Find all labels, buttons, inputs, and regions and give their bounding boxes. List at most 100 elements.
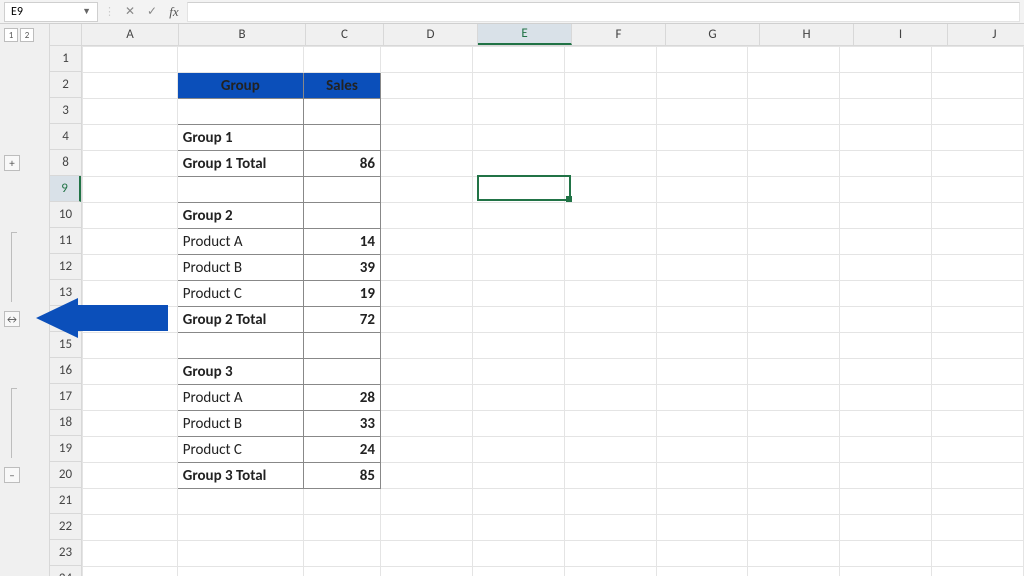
column-header-C[interactable]: C	[306, 24, 384, 45]
cell-B4[interactable]: Group 1	[177, 125, 303, 151]
cell-E21[interactable]	[472, 489, 564, 515]
cell-A20[interactable]	[83, 463, 178, 489]
cell-H3[interactable]	[748, 99, 840, 125]
cell-C12[interactable]: 39	[303, 255, 380, 281]
cell-E15[interactable]	[472, 333, 564, 359]
cell-F14[interactable]	[564, 307, 656, 333]
row-header-18[interactable]: 18	[50, 410, 81, 436]
column-header-B[interactable]: B	[179, 24, 306, 45]
cell-G17[interactable]	[656, 385, 748, 411]
row-header-3[interactable]: 3	[50, 98, 81, 124]
cell-I9[interactable]	[840, 177, 932, 203]
cell-B11[interactable]: Product A	[177, 229, 303, 255]
cell-C20[interactable]: 85	[303, 463, 380, 489]
cell-C13[interactable]: 19	[303, 281, 380, 307]
cell-I17[interactable]	[840, 385, 932, 411]
cell-G16[interactable]	[656, 359, 748, 385]
cell-I10[interactable]	[840, 203, 932, 229]
row-header-15[interactable]: 15	[50, 332, 81, 358]
cell-J13[interactable]	[932, 281, 1024, 307]
cell-G23[interactable]	[656, 541, 748, 567]
cell-C18[interactable]: 33	[303, 411, 380, 437]
cell-E13[interactable]	[472, 281, 564, 307]
cell-J17[interactable]	[932, 385, 1024, 411]
row-header-4[interactable]: 4	[50, 124, 81, 150]
cell-B22[interactable]	[177, 515, 303, 541]
row-header-24[interactable]: 24	[50, 566, 81, 576]
cell-B24[interactable]	[177, 567, 303, 576]
cell-D24[interactable]	[381, 567, 473, 576]
cell-A9[interactable]	[83, 177, 178, 203]
row-header-22[interactable]: 22	[50, 514, 81, 540]
cell-F11[interactable]	[564, 229, 656, 255]
cell-G22[interactable]	[656, 515, 748, 541]
cell-J23[interactable]	[932, 541, 1024, 567]
cell-G20[interactable]	[656, 463, 748, 489]
outline-collapse-group3[interactable]: –	[4, 467, 20, 483]
cell-D12[interactable]	[381, 255, 473, 281]
column-header-J[interactable]: J	[948, 24, 1024, 45]
cell-F17[interactable]	[564, 385, 656, 411]
cell-E12[interactable]	[472, 255, 564, 281]
cell-C21[interactable]	[303, 489, 380, 515]
cell-E1[interactable]	[472, 47, 564, 73]
cell-A10[interactable]	[83, 203, 178, 229]
cell-H21[interactable]	[748, 489, 840, 515]
cell-F15[interactable]	[564, 333, 656, 359]
row-header-23[interactable]: 23	[50, 540, 81, 566]
cell-F19[interactable]	[564, 437, 656, 463]
formula-input[interactable]	[187, 2, 1020, 22]
cell-B2[interactable]: Group	[177, 73, 303, 99]
cell-E2[interactable]	[472, 73, 564, 99]
cell-C24[interactable]	[303, 567, 380, 576]
cell-J24[interactable]	[932, 567, 1024, 576]
cell-F21[interactable]	[564, 489, 656, 515]
cell-D21[interactable]	[381, 489, 473, 515]
cell-C3[interactable]	[303, 99, 380, 125]
cell-H1[interactable]	[748, 47, 840, 73]
cell-A24[interactable]	[83, 567, 178, 576]
cell-F1[interactable]	[564, 47, 656, 73]
cell-C10[interactable]	[303, 203, 380, 229]
column-header-I[interactable]: I	[854, 24, 948, 45]
cell-I16[interactable]	[840, 359, 932, 385]
cell-J9[interactable]	[932, 177, 1024, 203]
cell-E16[interactable]	[472, 359, 564, 385]
cell-D2[interactable]	[381, 73, 473, 99]
cell-C16[interactable]	[303, 359, 380, 385]
cell-J16[interactable]	[932, 359, 1024, 385]
cell-I18[interactable]	[840, 411, 932, 437]
cell-I23[interactable]	[840, 541, 932, 567]
row-header-1[interactable]: 1	[50, 46, 81, 72]
cell-J20[interactable]	[932, 463, 1024, 489]
cell-G24[interactable]	[656, 567, 748, 576]
cell-I20[interactable]	[840, 463, 932, 489]
cell-J22[interactable]	[932, 515, 1024, 541]
cell-C23[interactable]	[303, 541, 380, 567]
cell-E18[interactable]	[472, 411, 564, 437]
cell-B3[interactable]	[177, 99, 303, 125]
row-header-17[interactable]: 17	[50, 384, 81, 410]
cell-J11[interactable]	[932, 229, 1024, 255]
cell-B21[interactable]	[177, 489, 303, 515]
cell-F2[interactable]	[564, 73, 656, 99]
cell-A11[interactable]	[83, 229, 178, 255]
cell-H13[interactable]	[748, 281, 840, 307]
cell-A12[interactable]	[83, 255, 178, 281]
select-all-corner[interactable]	[50, 24, 82, 46]
cell-H4[interactable]	[748, 125, 840, 151]
cell-G2[interactable]	[656, 73, 748, 99]
cell-B17[interactable]: Product A	[177, 385, 303, 411]
cell-E4[interactable]	[472, 125, 564, 151]
cell-E23[interactable]	[472, 541, 564, 567]
cell-J1[interactable]	[932, 47, 1024, 73]
cell-B18[interactable]: Product B	[177, 411, 303, 437]
cell-F10[interactable]	[564, 203, 656, 229]
cell-I22[interactable]	[840, 515, 932, 541]
cell-D4[interactable]	[381, 125, 473, 151]
cell-H22[interactable]	[748, 515, 840, 541]
cell-A3[interactable]	[83, 99, 178, 125]
cell-A14[interactable]	[83, 307, 178, 333]
cell-A21[interactable]	[83, 489, 178, 515]
cell-C8[interactable]: 86	[303, 151, 380, 177]
